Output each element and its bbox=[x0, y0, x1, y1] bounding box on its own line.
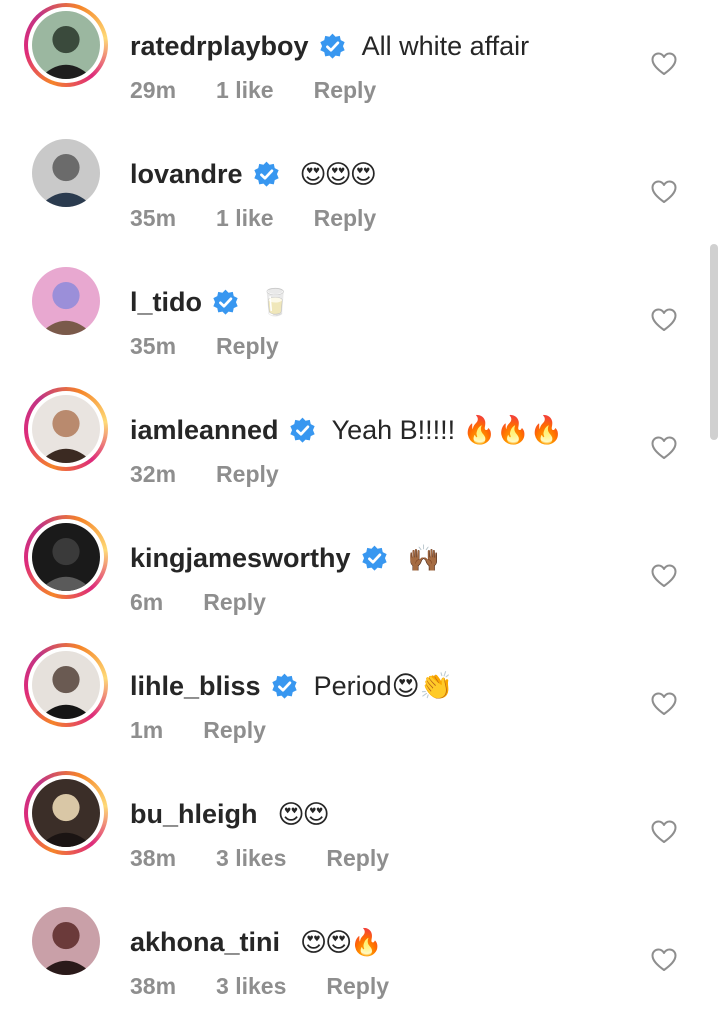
username-link[interactable]: lihle_bliss bbox=[130, 671, 261, 702]
comment-item: l_tido 🥛 35m Reply bbox=[0, 256, 720, 384]
reply-button[interactable]: Reply bbox=[216, 461, 279, 488]
comment-emoji: 😍😍 bbox=[277, 798, 330, 829]
avatar[interactable] bbox=[24, 643, 108, 727]
comment-timestamp: 35m bbox=[130, 332, 177, 359]
comment-meta: 29m 1 like Reply bbox=[130, 75, 376, 105]
comment-emoji: 🙌🏾 bbox=[407, 542, 440, 573]
comment-text: Period😍👏 bbox=[313, 671, 454, 701]
username-link[interactable]: akhona_tini bbox=[130, 927, 280, 958]
avatar[interactable] bbox=[24, 387, 108, 471]
comment-item: bu_hleigh 😍😍 38m 3 likes Reply bbox=[0, 768, 720, 896]
heart-outline-icon[interactable] bbox=[651, 564, 677, 588]
comment-timestamp: 32m bbox=[130, 460, 177, 487]
verified-badge-icon bbox=[319, 33, 345, 59]
verified-badge-icon bbox=[361, 545, 387, 571]
comment-list: ratedrplayboy All white affair 29m 1 lik… bbox=[0, 0, 720, 1019]
comment-header: iamleanned Yeah B!!!!! 🔥🔥🔥 bbox=[130, 411, 564, 449]
reply-button[interactable]: Reply bbox=[203, 589, 266, 616]
comment-meta: 6m Reply bbox=[130, 587, 266, 617]
comment-meta: 35m 1 like Reply bbox=[130, 203, 376, 233]
likes-count-link[interactable]: 3 likes bbox=[216, 845, 286, 872]
verified-badge-icon bbox=[271, 673, 297, 699]
heart-outline-icon[interactable] bbox=[651, 948, 677, 972]
username-link[interactable]: l_tido bbox=[130, 287, 202, 318]
comment-emoji: 🥛 bbox=[259, 286, 291, 317]
avatar-image bbox=[32, 651, 100, 719]
comment-meta: 1m Reply bbox=[130, 715, 266, 745]
avatar[interactable] bbox=[24, 3, 108, 87]
comment-header: kingjamesworthy 🙌🏾 bbox=[130, 539, 440, 577]
avatar-image bbox=[32, 139, 100, 207]
heart-outline-icon[interactable] bbox=[651, 180, 677, 204]
comment-header: ratedrplayboy All white affair bbox=[130, 27, 529, 65]
likes-count-link[interactable]: 3 likes bbox=[216, 973, 286, 1000]
avatar-image bbox=[32, 907, 100, 975]
comment-item: ratedrplayboy All white affair 29m 1 lik… bbox=[0, 0, 720, 128]
comment-header: l_tido 🥛 bbox=[130, 283, 291, 321]
heart-outline-icon[interactable] bbox=[651, 820, 677, 844]
comment-timestamp: 38m bbox=[130, 844, 177, 871]
comment-meta: 32m Reply bbox=[130, 459, 279, 489]
comment-item: iamleanned Yeah B!!!!! 🔥🔥🔥 32m Reply bbox=[0, 384, 720, 512]
avatar-image bbox=[32, 267, 100, 335]
comment-header: bu_hleigh 😍😍 bbox=[130, 795, 330, 833]
comment-item: lihle_bliss Period😍👏 1m Reply bbox=[0, 640, 720, 768]
username-link[interactable]: bu_hleigh bbox=[130, 799, 258, 830]
username-link[interactable]: lovandre bbox=[130, 159, 243, 190]
reply-button[interactable]: Reply bbox=[326, 845, 389, 872]
comment-timestamp: 1m bbox=[130, 716, 164, 743]
verified-badge-icon bbox=[253, 161, 279, 187]
likes-count-link[interactable]: 1 like bbox=[216, 205, 274, 232]
reply-button[interactable]: Reply bbox=[326, 973, 389, 1000]
comment-item: lovandre 😍😍😍 35m 1 like Reply bbox=[0, 128, 720, 256]
comment-header: lihle_bliss Period😍👏 bbox=[130, 667, 453, 705]
avatar[interactable] bbox=[24, 259, 108, 343]
username-link[interactable]: iamleanned bbox=[130, 415, 279, 446]
comment-meta: 38m 3 likes Reply bbox=[130, 971, 389, 1001]
avatar-image bbox=[32, 523, 100, 591]
heart-outline-icon[interactable] bbox=[651, 52, 677, 76]
comment-item: akhona_tini 😍😍🔥 38m 3 likes Reply bbox=[0, 896, 720, 1024]
comment-item: kingjamesworthy 🙌🏾 6m Reply bbox=[0, 512, 720, 640]
comment-timestamp: 29m bbox=[130, 76, 177, 103]
reply-button[interactable]: Reply bbox=[203, 717, 266, 744]
avatar[interactable] bbox=[24, 771, 108, 855]
reply-button[interactable]: Reply bbox=[314, 205, 377, 232]
comment-meta: 38m 3 likes Reply bbox=[130, 843, 389, 873]
comment-emoji: 😍😍🔥 bbox=[300, 926, 383, 957]
heart-outline-icon[interactable] bbox=[651, 692, 677, 716]
comment-meta: 35m Reply bbox=[130, 331, 279, 361]
avatar-image bbox=[32, 395, 100, 463]
username-link[interactable]: ratedrplayboy bbox=[130, 31, 309, 62]
comment-timestamp: 35m bbox=[130, 204, 177, 231]
verified-badge-icon bbox=[213, 289, 238, 315]
avatar[interactable] bbox=[24, 899, 108, 983]
avatar[interactable] bbox=[24, 131, 108, 215]
comment-text: All white affair bbox=[361, 30, 530, 61]
comment-emoji: 😍😍😍 bbox=[299, 158, 377, 189]
avatar-image bbox=[32, 11, 100, 79]
avatar-image bbox=[32, 779, 100, 847]
heart-outline-icon[interactable] bbox=[651, 436, 677, 460]
comment-text: Yeah B!!!!! 🔥🔥🔥 bbox=[331, 415, 564, 445]
username-link[interactable]: kingjamesworthy bbox=[130, 543, 351, 574]
verified-badge-icon bbox=[289, 417, 315, 443]
reply-button[interactable]: Reply bbox=[314, 77, 377, 104]
comment-header: akhona_tini 😍😍🔥 bbox=[130, 923, 383, 961]
heart-outline-icon[interactable] bbox=[651, 308, 677, 332]
likes-count-link[interactable]: 1 like bbox=[216, 77, 274, 104]
reply-button[interactable]: Reply bbox=[216, 333, 279, 360]
comment-timestamp: 6m bbox=[130, 588, 164, 615]
comment-header: lovandre 😍😍😍 bbox=[130, 155, 377, 193]
comment-timestamp: 38m bbox=[130, 972, 177, 999]
avatar[interactable] bbox=[24, 515, 108, 599]
